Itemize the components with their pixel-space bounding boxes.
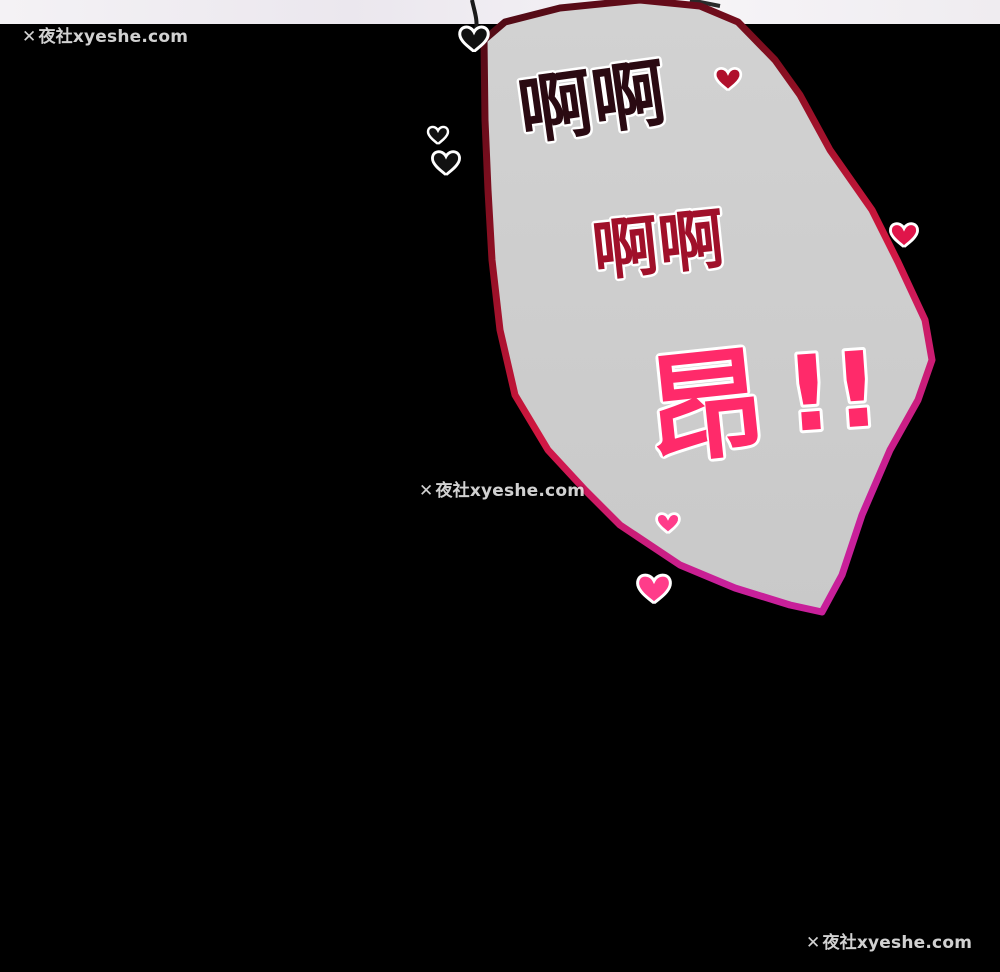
watermark-text: 夜社xyeshe.com xyxy=(435,481,586,501)
watermark-text: 夜社xyeshe.com xyxy=(822,933,973,953)
heart-icon xyxy=(889,222,919,249)
comic-panel: 啊啊 啊啊 昂 !! ✕ 夜社xyeshe.com ✕ 夜社xyeshe.com ✕… xyxy=(0,0,1000,972)
x-logo-icon: ✕ xyxy=(419,481,434,501)
watermark-text: 夜社xyeshe.com xyxy=(38,27,189,47)
sfx-line-2: 啊啊 xyxy=(589,200,728,290)
sfx-line-3-bang: !! xyxy=(781,328,884,456)
heart-icon xyxy=(431,150,461,177)
watermark: ✕ 夜社xyeshe.com xyxy=(806,928,972,953)
heart-icon xyxy=(636,573,672,605)
x-logo-icon: ✕ xyxy=(806,933,821,953)
watermark: ✕ 夜社xyeshe.com xyxy=(419,476,585,501)
heart-icon xyxy=(426,125,450,145)
watermark: ✕ 夜社xyeshe.com xyxy=(22,22,188,47)
x-logo-icon: ✕ xyxy=(22,27,37,47)
sfx-line-3-char: 昂 xyxy=(640,332,772,482)
bubble-tail-string xyxy=(470,0,479,31)
